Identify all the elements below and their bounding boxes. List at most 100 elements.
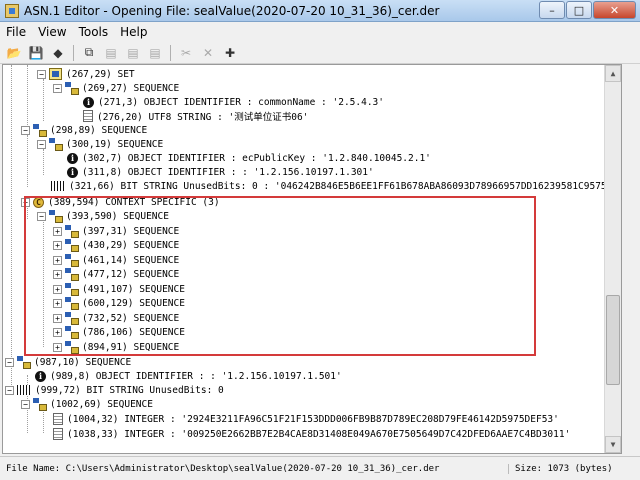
collapse-toggle[interactable]: −	[37, 69, 46, 79]
tree-node[interactable]: + (732,52) SEQUENCE	[53, 311, 179, 325]
sequence-icon	[65, 297, 79, 310]
tree-node[interactable]: + (600,129) SEQUENCE	[53, 296, 185, 310]
app-icon	[5, 3, 19, 18]
set-icon	[49, 68, 62, 80]
asn1-tree-view[interactable]: − (267,29) SET − (269,27) SEQUENCE i (27…	[2, 64, 622, 454]
node-label: (786,106) SEQUENCE	[82, 326, 185, 338]
sequence-icon	[65, 341, 79, 354]
tree-node[interactable]: (1004,32) INTEGER : '2924E3211FA96C51F21…	[53, 412, 559, 426]
tree-node[interactable]: − (267,29) SET	[37, 67, 135, 81]
bit-string-icon	[17, 385, 31, 395]
close-button[interactable]: ✕	[593, 1, 636, 19]
node-label: (477,12) SEQUENCE	[82, 268, 180, 280]
sequence-icon	[33, 124, 47, 137]
expand-toggle[interactable]: +	[53, 269, 62, 279]
node-label: (1002,69) SEQUENCE	[50, 398, 153, 410]
node-label: (321,66) BIT STRING UnusedBits: 0 : '046…	[69, 180, 622, 192]
page-icon[interactable]: ▤	[100, 43, 122, 63]
tree-node[interactable]: i (311,8) OBJECT IDENTIFIER : : '1.2.156…	[67, 165, 374, 179]
expand-toggle[interactable]: +	[53, 313, 62, 323]
menu-bar: File View Tools Help	[0, 22, 640, 42]
node-label: (987,10) SEQUENCE	[34, 356, 132, 368]
scroll-down-icon[interactable]: ▼	[605, 436, 621, 453]
tree-node[interactable]: − (987,10) SEQUENCE	[5, 355, 131, 369]
collapse-toggle[interactable]: −	[37, 211, 46, 221]
delete-icon[interactable]: ✕	[197, 43, 219, 63]
toolbar-separator	[73, 44, 74, 61]
asn-icon[interactable]: ◆	[47, 43, 69, 63]
expand-toggle[interactable]: +	[53, 298, 62, 308]
cut-icon[interactable]: ✂	[175, 43, 197, 63]
tree-node[interactable]: i (302,7) OBJECT IDENTIFIER : ecPublicKe…	[67, 151, 431, 165]
open-folder-icon[interactable]: 📂	[3, 43, 25, 63]
collapse-toggle[interactable]: −	[53, 83, 62, 93]
node-label: (989,8) OBJECT IDENTIFIER : : '1.2.156.1…	[50, 370, 342, 382]
expand-toggle[interactable]: +	[53, 255, 62, 265]
tree-node[interactable]: (1038,33) INTEGER : '009250E2662BB7E2B4C…	[53, 427, 570, 441]
minimize-button[interactable]: –	[539, 1, 565, 19]
menu-view[interactable]: View	[32, 25, 72, 39]
save-icon[interactable]: 💾	[25, 43, 47, 63]
page-icon[interactable]: ▤	[122, 43, 144, 63]
new-node-icon[interactable]: ✚	[219, 43, 241, 63]
page-icon[interactable]: ▤	[144, 43, 166, 63]
scrollbar-thumb[interactable]	[606, 295, 620, 385]
context-specific-icon: C	[33, 196, 44, 208]
collapse-toggle[interactable]: −	[21, 197, 30, 207]
tree-node[interactable]: i (989,8) OBJECT IDENTIFIER : : '1.2.156…	[35, 369, 342, 383]
sequence-icon	[49, 210, 63, 223]
menu-tools[interactable]: Tools	[73, 25, 115, 39]
collapse-toggle[interactable]: −	[21, 399, 30, 409]
tree-node[interactable]: − (393,590) SEQUENCE	[37, 209, 169, 223]
copy-icon[interactable]: ⧉	[78, 43, 100, 63]
toolbar-separator	[170, 44, 171, 61]
node-label: (267,29) SET	[66, 68, 135, 80]
scroll-up-icon[interactable]: ▲	[605, 65, 621, 82]
node-label: (732,52) SEQUENCE	[82, 312, 180, 324]
menu-help[interactable]: Help	[114, 25, 153, 39]
sequence-icon	[65, 326, 79, 339]
info-icon: i	[83, 96, 94, 108]
maximize-button[interactable]: □	[566, 1, 592, 19]
tree-node[interactable]: + (491,107) SEQUENCE	[53, 282, 185, 296]
sequence-icon	[17, 356, 31, 369]
menu-file[interactable]: File	[0, 25, 32, 39]
tree-node[interactable]: (321,66) BIT STRING UnusedBits: 0 : '046…	[51, 179, 622, 193]
string-icon	[83, 110, 93, 122]
collapse-toggle[interactable]: −	[5, 385, 14, 395]
tree-node[interactable]: − (298,89) SEQUENCE	[21, 123, 147, 137]
collapse-toggle[interactable]: −	[37, 139, 46, 149]
tree-node[interactable]: + (786,106) SEQUENCE	[53, 325, 185, 339]
tree-node[interactable]: + (397,31) SEQUENCE	[53, 224, 179, 238]
sequence-icon	[65, 283, 79, 296]
tree-node[interactable]: − C (389,594) CONTEXT SPECIFIC (3)	[21, 195, 220, 209]
expand-toggle[interactable]: +	[53, 284, 62, 294]
node-label: (1038,33) INTEGER : '009250E2662BB7E2B4C…	[67, 428, 571, 440]
status-file-name: File Name: C:\Users\Administrator\Deskto…	[6, 463, 440, 474]
sequence-icon	[65, 268, 79, 281]
tree-node[interactable]: (276,20) UTF8 STRING : '测试单位证书06'	[83, 109, 308, 123]
node-label: (300,19) SEQUENCE	[66, 138, 164, 150]
title-bar: ASN.1 Editor - Opening File: sealValue(2…	[0, 0, 640, 22]
status-size: Size: 1073 (bytes)	[508, 463, 613, 474]
tree-node[interactable]: + (430,29) SEQUENCE	[53, 238, 179, 252]
sequence-icon	[33, 398, 47, 411]
vertical-scrollbar[interactable]: ▲ ▼	[604, 65, 621, 453]
expand-toggle[interactable]: +	[53, 327, 62, 337]
info-icon: i	[67, 166, 78, 178]
collapse-toggle[interactable]: −	[5, 357, 14, 367]
tree-node[interactable]: + (477,12) SEQUENCE	[53, 267, 179, 281]
tree-node[interactable]: + (461,14) SEQUENCE	[53, 253, 179, 267]
collapse-toggle[interactable]: −	[21, 125, 30, 135]
node-label: (1004,32) INTEGER : '2924E3211FA96C51F21…	[67, 413, 559, 425]
node-label: (397,31) SEQUENCE	[82, 225, 180, 237]
tree-node[interactable]: i (271,3) OBJECT IDENTIFIER : commonName…	[83, 95, 384, 109]
tree-node[interactable]: − (300,19) SEQUENCE	[37, 137, 163, 151]
tree-node[interactable]: − (1002,69) SEQUENCE	[21, 397, 153, 411]
expand-toggle[interactable]: +	[53, 240, 62, 250]
expand-toggle[interactable]: +	[53, 342, 62, 352]
tree-node[interactable]: − (999,72) BIT STRING UnusedBits: 0	[5, 383, 224, 397]
tree-node[interactable]: + (894,91) SEQUENCE	[53, 340, 179, 354]
expand-toggle[interactable]: +	[53, 226, 62, 236]
tree-node[interactable]: − (269,27) SEQUENCE	[53, 81, 179, 95]
